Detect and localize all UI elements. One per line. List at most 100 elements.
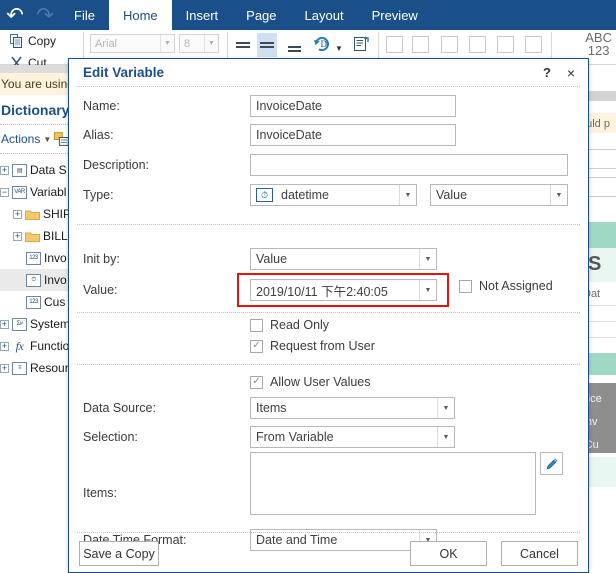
font-name-input[interactable]: Arial ▼ [90,34,175,53]
copy-button[interactable]: Copy [10,30,80,52]
value-value: 2019/10/11 下午2:40:05 [256,284,388,299]
type-select[interactable]: ⏱ datetime ▼ [250,184,417,206]
spell-check-button[interactable]: ABC 123 [585,31,612,57]
paragraph-settings-button[interactable] [350,34,372,54]
request-from-user-checkbox[interactable]: ✓ Request from User [250,339,375,353]
selection-select[interactable]: From Variable ▼ [250,426,455,448]
help-icon[interactable]: ? [538,65,556,80]
align-center-button[interactable] [257,33,277,57]
align-left-button[interactable] [233,35,253,55]
tree-item-label: Variabl [30,185,67,199]
text-rotation-button[interactable]: D [311,34,333,54]
border-bottom-button[interactable] [469,36,486,53]
chevron-down-icon[interactable]: ▼ [437,427,454,447]
chevron-down-icon[interactable]: ▼ [419,280,436,300]
tree-item-data-sources[interactable]: + ▤ Data S [0,159,70,181]
tree-item-invoice-number[interactable]: 123 Invo [0,247,70,269]
chevron-down-icon[interactable]: ▼ [204,35,218,52]
tab-page[interactable]: Page [232,0,290,30]
data-source-select[interactable]: Items ▼ [250,397,455,419]
trial-notice: You are using [0,73,70,95]
tree-item-label: Data S [30,163,67,177]
actions-menu[interactable]: Actions ▼ [0,127,70,151]
expander-icon[interactable]: + [13,209,22,219]
tree-item-label: BILL [43,229,68,243]
checkbox-box [250,318,263,332]
border-outer-button[interactable] [412,36,429,53]
tree-item-variables[interactable]: − VAR Variabl [0,181,70,203]
tree-item-label: Functio [30,339,70,353]
expander-icon[interactable]: + [13,231,22,241]
border-left-button[interactable] [497,36,514,53]
dialog-title-bar[interactable]: Edit Variable ? × [69,59,588,86]
ok-button[interactable]: OK [410,541,487,566]
folder-icon [25,232,40,242]
items-label: Items: [83,486,118,500]
close-icon[interactable]: × [562,65,580,81]
tree-item-label: System [30,317,70,331]
align-right-button[interactable] [285,39,305,59]
border-all-button[interactable] [386,36,403,53]
expander-icon[interactable]: + [0,363,9,373]
footer-divider [77,532,580,533]
init-by-label: Init by: [83,252,120,266]
expander-icon[interactable]: + [0,165,9,175]
expander-icon[interactable]: + [0,341,9,351]
tree-item-bill-folder[interactable]: + BILL [0,225,70,247]
type-kind-value: Value [436,188,468,202]
tree-item-customer[interactable]: 123 Cus [0,291,70,313]
font-size-input[interactable]: 8 ▼ [179,34,219,53]
fx-icon: fx [15,338,24,353]
init-by-select[interactable]: Value ▼ [250,248,437,270]
description-input[interactable] [250,154,568,176]
toolbar-divider-3 [378,32,379,58]
chevron-down-icon[interactable]: ▼ [160,35,174,52]
not-assigned-checkbox[interactable]: Not Assigned [459,279,553,293]
dialog-divider-3 [77,364,580,365]
name-input[interactable]: InvoiceDate [250,95,456,117]
tree-item-label: SHIP [43,207,70,221]
table-icon: ▤ [12,163,27,177]
edit-items-button[interactable] [540,452,563,475]
chevron-down-icon[interactable]: ▼ [399,185,416,205]
selection-label: Selection: [83,430,138,444]
redo-icon[interactable]: ↷ [30,0,60,30]
expander-icon[interactable]: − [0,187,9,197]
tree-item-system-variables[interactable]: + Σ# System [0,313,70,335]
panel-toolbar-strip [0,65,70,73]
tree-item-label: Invo [44,251,67,265]
tab-layout[interactable]: Layout [291,0,358,30]
undo-icon[interactable]: ↶ [0,0,30,30]
expander-icon[interactable]: + [0,319,9,329]
selection-value: From Variable [256,430,334,444]
tab-home[interactable]: Home [108,0,172,30]
request-from-user-label: Request from User [270,339,375,353]
tab-file[interactable]: File [60,0,109,30]
border-top-button[interactable] [441,36,458,53]
type-kind-select[interactable]: Value ▼ [430,184,568,206]
name-value: InvoiceDate [256,99,323,113]
tree-item-invoice-date[interactable]: ⏱ Invo [0,269,70,291]
type-value: datetime [281,188,329,202]
pencil-icon [545,458,557,470]
tree-item-functions[interactable]: + fx Functio [0,335,70,357]
chevron-down-icon[interactable]: ▼ [419,249,436,269]
allow-user-values-checkbox[interactable]: ✓ Allow User Values [250,375,371,389]
chevron-down-icon[interactable]: ▼ [550,185,567,205]
cancel-button[interactable]: Cancel [501,541,578,566]
tab-preview[interactable]: Preview [358,0,432,30]
clock-icon: ⏱ [256,188,273,202]
save-a-copy-button[interactable]: Save a Copy [79,541,159,566]
read-only-checkbox[interactable]: Read Only [250,318,329,332]
items-textarea[interactable] [250,452,536,515]
tree-item-ship-folder[interactable]: + SHIP [0,203,70,225]
border-right-button[interactable] [525,36,542,53]
chevron-down-icon[interactable]: ▼ [437,398,454,418]
value-select[interactable]: 2019/10/11 下午2:40:05 ▼ [250,279,437,301]
tree-item-resources[interactable]: + ≡ Resour [0,357,70,379]
sigma-icon: Σ# [12,317,27,331]
tab-insert[interactable]: Insert [172,0,233,30]
dictionary-tree: + ▤ Data S − VAR Variabl + SHIP + BILL 1… [0,159,70,379]
alias-input[interactable]: InvoiceDate [250,124,456,146]
text-rotation-dropdown[interactable]: ▼ [334,38,344,58]
